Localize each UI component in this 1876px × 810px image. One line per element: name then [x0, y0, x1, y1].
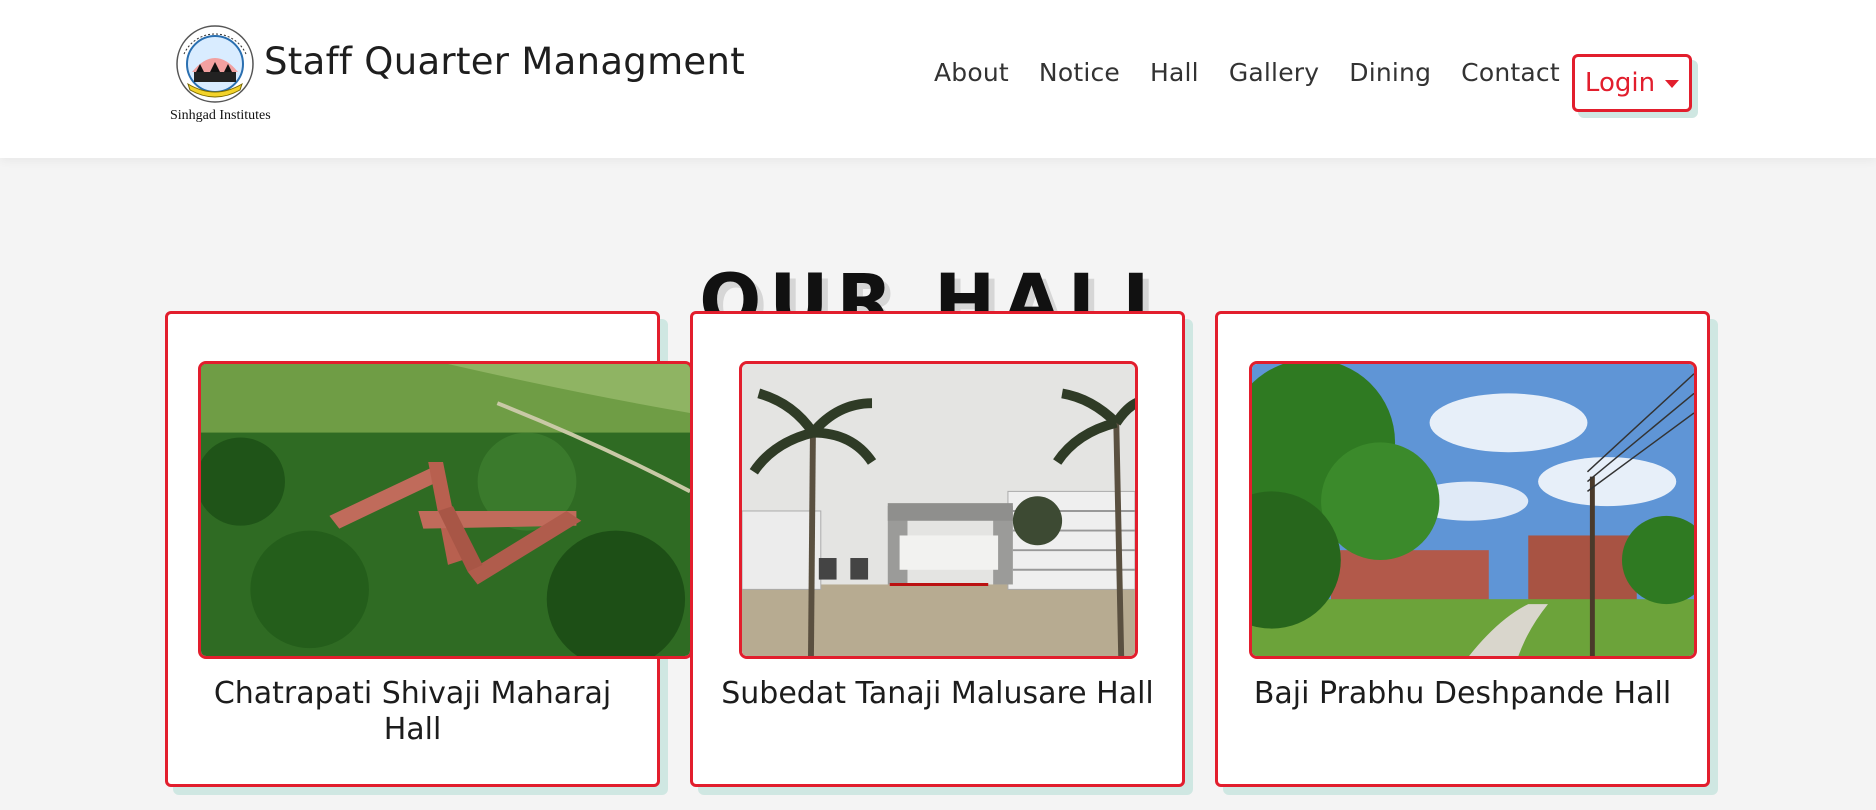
logo-caption: Sinhgad Institutes [170, 108, 271, 123]
navbar: Sinhgad Institutes Staff Quarter Managme… [0, 0, 1876, 158]
login-dropdown-button[interactable]: Login [1572, 54, 1692, 112]
nav-link-hall[interactable]: Hall [1150, 58, 1199, 87]
login-label: Login [1584, 68, 1656, 98]
caret-down-icon [1665, 80, 1680, 88]
hall-card[interactable]: Baji Prabhu Deshpande Hall [1215, 311, 1710, 787]
hall-photo-campus [1249, 361, 1697, 659]
nav-link-gallery[interactable]: Gallery [1229, 58, 1319, 87]
nav-link-notice[interactable]: Notice [1039, 58, 1120, 87]
nav-link-contact[interactable]: Contact [1461, 58, 1560, 87]
hall-photo-gate [739, 361, 1138, 659]
nav-link-about[interactable]: About [934, 58, 1009, 87]
brand-link[interactable]: Sinhgad Institutes Staff Quarter Managme… [170, 24, 745, 124]
hall-name: Baji Prabhu Deshpande Hall [1253, 676, 1672, 711]
hall-card[interactable]: Chatrapati Shivaji Maharaj Hall [165, 311, 693, 787]
sinhgad-logo: Sinhgad Institutes [170, 24, 271, 124]
hall-name: Subedat Tanaji Malusare Hall [721, 676, 1154, 711]
brand-name: Staff Quarter Managment [264, 40, 746, 83]
hall-card[interactable]: Subedat Tanaji Malusare Hall [690, 311, 1185, 787]
hall-name: Chatrapati Shivaji Maharaj Hall [213, 676, 612, 747]
hall-photo-aerial [198, 361, 693, 659]
nav-link-dining[interactable]: Dining [1349, 58, 1431, 87]
nav-links: About Notice Hall Gallery Dining Contact [934, 58, 1560, 87]
